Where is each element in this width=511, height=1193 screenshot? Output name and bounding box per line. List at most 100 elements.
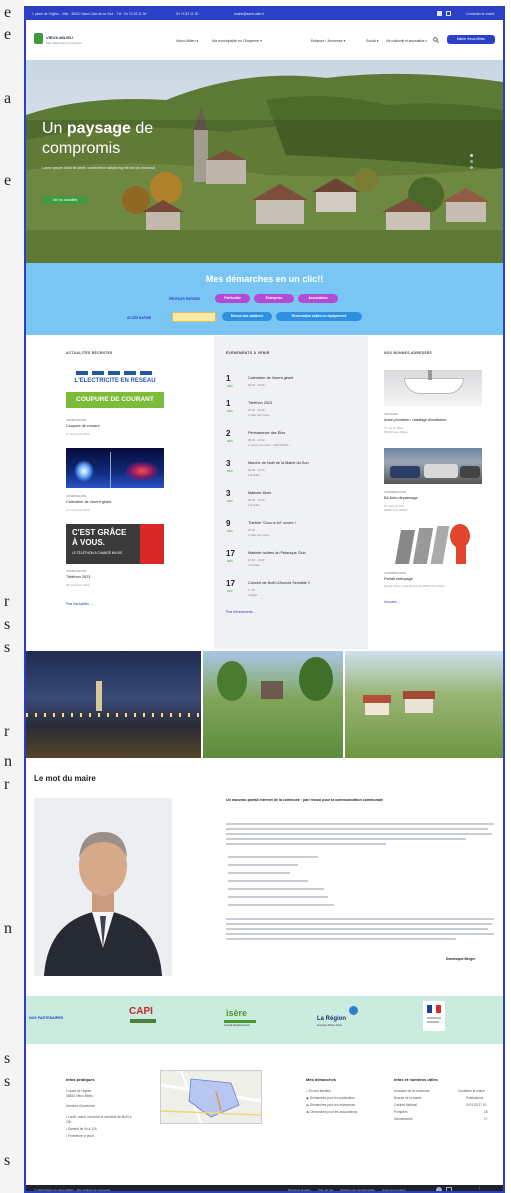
partner-region-logo[interactable]: La Région <box>317 1016 346 1022</box>
menus-cantines-button[interactable]: Menus des cantines <box>222 312 272 321</box>
footer-link[interactable]: Politique de confidentialité <box>340 1188 375 1191</box>
logo-name[interactable]: VIEUX-MILIEU <box>46 35 73 40</box>
event-meta: 17:00 <box>248 588 255 592</box>
util-label: Pompiers <box>394 1110 408 1114</box>
back-to-top-icon[interactable]: ↑ <box>478 1186 481 1191</box>
event-title[interactable]: Théâtre "Coco à toi" ouvert ! <box>248 521 296 525</box>
address-image-plomberie[interactable] <box>384 370 482 406</box>
footer-demarche-link[interactable]: ▤ Démarches pour les entreprises <box>306 1103 355 1107</box>
footer-link[interactable]: Gérer les cookies <box>382 1188 405 1191</box>
event-day: 17 <box>226 579 235 588</box>
event-day: 3 <box>226 459 231 468</box>
footer-hours-line: • Samedi de 9h à 12h <box>66 1127 97 1131</box>
event-title[interactable]: Téléthon 2023 <box>248 401 272 405</box>
util-value[interactable]: 0474 83 27 10 <box>466 1103 486 1107</box>
hero-subtitle: Lorem ipsum dolor sit amet, consectetur … <box>42 166 155 170</box>
event-month: DÉC <box>227 559 233 563</box>
partner-prefecture-logo[interactable] <box>423 1001 445 1031</box>
facebook-icon[interactable] <box>436 1187 442 1191</box>
page-edge-strip: e e a e r s s r n r n s s s <box>0 0 24 1193</box>
address-title[interactable]: Parfait nettoyage <box>384 577 413 581</box>
util-value[interactable]: 17 <box>484 1117 488 1121</box>
news-title[interactable]: Calendrier de l'avent géant <box>66 500 111 504</box>
instagram-icon[interactable] <box>446 11 451 16</box>
capi-logo-bar <box>130 1019 156 1023</box>
event-day: 1 <box>226 399 231 408</box>
region-subtitle: Auvergne-Rhône-Alpes <box>317 1024 342 1027</box>
edge-char: r <box>4 593 10 610</box>
pill-entreprise[interactable]: Entreprise <box>254 294 294 303</box>
partner-isere-logo[interactable]: isère <box>226 1008 247 1018</box>
event-title[interactable]: Marché de Noël de la Mairie du Sou <box>248 461 309 465</box>
news-more-link[interactable]: Plus d'actualités → <box>66 602 93 606</box>
news-image-calendrier[interactable] <box>66 448 164 488</box>
topbar-address: 1 place de l'église - Ville - 38110 Sain… <box>32 12 147 16</box>
instagram-icon[interactable] <box>446 1187 452 1191</box>
website-screenshot-frame: 1 place de l'église - Ville - 38110 Sain… <box>24 6 505 1193</box>
events-more-link[interactable]: Plus d'événements → <box>226 610 257 614</box>
nav-item-commune[interactable]: Vieux-Milieu ▾ <box>176 39 198 43</box>
news-heading: ACTUALITÉS RÉCENTES <box>66 351 113 355</box>
news-title[interactable]: Téléthon 2023 <box>66 575 90 579</box>
news-image-text: LE TÉLÉTHON A CHANGÉ MA VIE <box>72 551 123 555</box>
topbar-phone[interactable]: 04 74 83 11 30 <box>176 12 198 16</box>
text-line <box>226 823 494 825</box>
address-line: Rue de l'Usine, Zone de la Craze 38460 V… <box>384 585 445 588</box>
footer-demarche-link[interactable]: ▣ Démarches pour les particuliers <box>306 1096 355 1100</box>
news-image-coupure[interactable]: L'ELECTRICITE EN RESEAU COUPURE DE COURA… <box>66 370 164 410</box>
pill-particulier[interactable]: Particulier <box>215 294 250 303</box>
nav-item-enfance[interactable]: Enfance / Jeunesse ▾ <box>311 39 345 43</box>
util-value[interactable]: Contacter la mairie <box>458 1089 485 1093</box>
event-meta: 10:00 - 14:00 <box>248 558 265 562</box>
address-image-auto[interactable] <box>384 448 482 484</box>
address-title[interactable]: B4 Auto-dépannage <box>384 496 418 500</box>
nav-item-social[interactable]: Social ▾ <box>366 39 379 43</box>
footer-util-heading: Infos et numéros utiles <box>394 1077 438 1082</box>
footer-map[interactable] <box>160 1070 262 1124</box>
topbar-email[interactable]: mairie@saint-clair.fr <box>234 12 264 16</box>
pill-association[interactable]: Association <box>298 294 338 303</box>
slider-dot[interactable] <box>470 154 473 157</box>
address-title[interactable]: Action plomberie / chauffage climatisati… <box>384 418 447 422</box>
event-day: 3 <box>226 489 231 498</box>
event-title[interactable]: Matinée huîtres du Pétanque Club <box>248 551 306 555</box>
slider-dot[interactable] <box>470 160 473 163</box>
search-icon[interactable] <box>433 37 439 43</box>
address-category: COMMERÇANTS <box>384 571 407 575</box>
footer-link[interactable]: Plan du site <box>318 1188 334 1191</box>
news-image-text: C'EST GRÂCE <box>72 528 127 537</box>
facebook-icon[interactable] <box>437 11 442 16</box>
reservation-button[interactable]: Réservation salles ou équipement <box>276 312 362 321</box>
annuaire-link[interactable]: Annuaire → <box>384 600 401 604</box>
logo-icon[interactable] <box>34 33 43 44</box>
topbar-contact-link[interactable]: Contacter la mairie <box>466 12 494 16</box>
event-meta: 18:00 - 19:00 <box>248 383 265 387</box>
bullet-line <box>228 896 328 898</box>
edge-char: r <box>4 776 10 793</box>
hero-cta-button[interactable]: Voir les actualités <box>42 196 88 204</box>
event-title[interactable]: Matinée Diots <box>248 491 271 495</box>
event-title[interactable]: Concert de Noël d'Accord Sensible !! <box>248 581 310 585</box>
footer-demarche-link[interactable]: ⌂ En tout familles <box>306 1089 331 1093</box>
portal-famille-logo[interactable] <box>172 312 216 322</box>
footer-demarche-link[interactable]: ☻ Démarches pour les associations <box>306 1110 357 1114</box>
hero-title-word: de <box>135 120 154 137</box>
event-title[interactable]: Permanence des Élus <box>248 431 285 435</box>
mairie-portal-button[interactable]: Mairie Vieux-Milieu <box>447 35 495 44</box>
nav-item-vie-culturelle[interactable]: Vie culturelle et associative ▾ <box>386 39 427 43</box>
text-line <box>226 833 492 835</box>
address-image-nettoyage[interactable] <box>384 522 482 566</box>
event-title[interactable]: Calendrier de l'avent géant <box>248 376 293 380</box>
partner-capi-logo[interactable]: CAPI <box>129 1006 153 1017</box>
news-title[interactable]: Coupure de courant <box>66 424 100 428</box>
text-line <box>226 838 466 840</box>
util-value[interactable]: Publications <box>466 1096 483 1100</box>
news-image-telethon[interactable]: C'EST GRÂCE À VOUS. LE TÉLÉTHON A CHANGÉ… <box>66 524 164 564</box>
slider-dot[interactable] <box>470 166 473 169</box>
util-value[interactable]: 18 <box>484 1110 488 1114</box>
event-location: L'Église <box>248 593 258 597</box>
bullet-line <box>228 856 318 858</box>
footer-link[interactable]: Mentions légales <box>288 1188 311 1191</box>
nav-item-municipalite[interactable]: Ma municipalité en Citoyenne ▾ <box>212 39 262 43</box>
footer-demarches-heading: Mes démarches <box>306 1077 337 1082</box>
